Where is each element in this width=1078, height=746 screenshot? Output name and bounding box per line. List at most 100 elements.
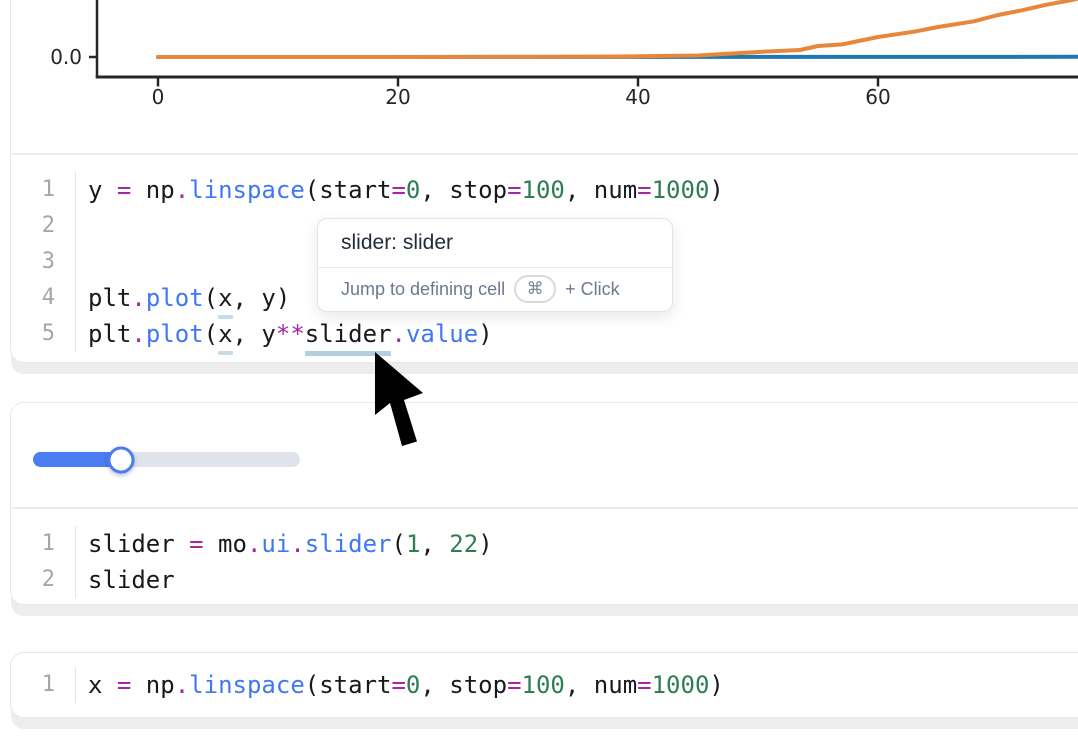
code-token: ) bbox=[709, 671, 723, 699]
code-token: , y bbox=[233, 320, 276, 348]
x-tick-label: 40 bbox=[625, 85, 650, 109]
code-token: = bbox=[117, 671, 131, 699]
tooltip-title: slider: slider bbox=[318, 219, 672, 268]
line-number: 2 bbox=[11, 208, 76, 244]
code-editor-slider[interactable]: 1slider = mo.ui.slider(1, 22)2slider bbox=[11, 526, 1077, 598]
code-token: = bbox=[391, 176, 405, 204]
output-code-divider bbox=[12, 507, 1078, 509]
code-token: = bbox=[117, 176, 131, 204]
code-token: x bbox=[88, 671, 117, 699]
code-token: np bbox=[131, 176, 174, 204]
code-token: , stop bbox=[420, 176, 507, 204]
tooltip-shortcut-suffix: + Click bbox=[565, 279, 620, 300]
code-token: value bbox=[406, 320, 478, 348]
code-token: slider bbox=[88, 566, 175, 594]
code-token: . bbox=[391, 320, 405, 348]
code-token: = bbox=[391, 671, 405, 699]
code-text bbox=[76, 244, 88, 280]
code-token: ( bbox=[391, 530, 405, 558]
code-token: = bbox=[189, 530, 203, 558]
code-token: (start bbox=[305, 176, 392, 204]
code-token: . bbox=[175, 176, 189, 204]
code-token: ( bbox=[204, 284, 218, 312]
series-line bbox=[158, 0, 1078, 57]
code-token: ** bbox=[276, 320, 305, 348]
code-token: . bbox=[290, 530, 304, 558]
variable-reference[interactable]: x bbox=[218, 316, 232, 352]
code-text: plt.plot(x, y) bbox=[76, 280, 290, 316]
code-token: ( bbox=[204, 320, 218, 348]
code-token: plot bbox=[146, 320, 204, 348]
code-token: 1000 bbox=[652, 176, 710, 204]
code-token: , y) bbox=[233, 284, 291, 312]
line-number: 2 bbox=[11, 562, 76, 598]
code-token: plt bbox=[88, 320, 131, 348]
y-tick-label: 0.0 bbox=[50, 45, 82, 69]
code-text: slider = mo.ui.slider(1, 22) bbox=[76, 526, 493, 562]
code-token: 1 bbox=[406, 530, 420, 558]
line-number: 1 bbox=[11, 667, 76, 703]
code-token: linspace bbox=[189, 176, 305, 204]
code-token: 0 bbox=[406, 176, 420, 204]
marimo-notebook: 02040600.0 1y = np.linspace(start=0, sto… bbox=[0, 0, 1078, 746]
code-token: = bbox=[507, 671, 521, 699]
output-code-divider bbox=[12, 153, 1078, 155]
variable-reference[interactable]: x bbox=[218, 280, 232, 316]
code-text: plt.plot(x, y**slider.value) bbox=[76, 316, 493, 352]
code-token: = bbox=[637, 176, 651, 204]
code-token: (start bbox=[305, 671, 392, 699]
code-token: , bbox=[420, 530, 449, 558]
code-token: 22 bbox=[449, 530, 478, 558]
code-token: linspace bbox=[189, 671, 305, 699]
slider-thumb[interactable] bbox=[108, 446, 135, 473]
code-text bbox=[76, 208, 88, 244]
code-token: . bbox=[247, 530, 261, 558]
code-token: . bbox=[131, 320, 145, 348]
code-token: np bbox=[131, 671, 174, 699]
plot-output: 02040600.0 bbox=[10, 0, 1078, 152]
code-token: 100 bbox=[522, 176, 565, 204]
x-tick-label: 20 bbox=[385, 85, 410, 109]
code-token: slider bbox=[305, 530, 392, 558]
code-editor-x[interactable]: 1x = np.linspace(start=0, stop=100, num=… bbox=[11, 667, 1077, 703]
line-number: 1 bbox=[11, 526, 76, 562]
matplotlib-plot: 02040600.0 bbox=[10, 0, 1078, 152]
code-line[interactable]: 2 slider bbox=[11, 562, 1077, 598]
code-token: = bbox=[507, 176, 521, 204]
code-token: , num bbox=[565, 176, 637, 204]
line-number: 1 bbox=[11, 172, 76, 208]
code-token: plt bbox=[88, 284, 131, 312]
tooltip-action-row: Jump to defining cell ⌘ + Click bbox=[318, 268, 672, 310]
code-line[interactable]: 1y = np.linspace(start=0, stop=100, num=… bbox=[11, 172, 1077, 208]
code-token: ) bbox=[709, 176, 723, 204]
mouse-cursor-icon bbox=[374, 351, 426, 450]
code-token: , num bbox=[565, 671, 637, 699]
code-token: slider bbox=[88, 530, 189, 558]
variable-tooltip: slider: slider Jump to defining cell ⌘ +… bbox=[317, 218, 673, 312]
line-number: 5 bbox=[11, 316, 76, 352]
code-token: ui bbox=[261, 530, 290, 558]
code-line[interactable]: 5plt.plot(x, y**slider.value) bbox=[11, 316, 1077, 352]
command-key-icon: ⌘ bbox=[514, 275, 556, 303]
line-number: 4 bbox=[11, 280, 76, 316]
code-token: y bbox=[88, 176, 117, 204]
code-token: , stop bbox=[420, 671, 507, 699]
variable-reference[interactable]: slider bbox=[305, 316, 392, 352]
code-text: y = np.linspace(start=0, stop=100, num=1… bbox=[76, 172, 724, 208]
code-token: mo bbox=[204, 530, 247, 558]
code-token: ) bbox=[478, 530, 492, 558]
line-number: 3 bbox=[11, 244, 76, 280]
code-line[interactable]: 1x = np.linspace(start=0, stop=100, num=… bbox=[11, 667, 1077, 703]
code-line[interactable]: 1slider = mo.ui.slider(1, 22) bbox=[11, 526, 1077, 562]
plot-lines bbox=[158, 0, 1078, 57]
tooltip-action-label: Jump to defining cell bbox=[341, 279, 505, 300]
code-text: x = np.linspace(start=0, stop=100, num=1… bbox=[76, 667, 724, 703]
code-token: plot bbox=[146, 284, 204, 312]
slider-widget[interactable] bbox=[33, 452, 300, 467]
code-token: 100 bbox=[522, 671, 565, 699]
x-tick-label: 0 bbox=[152, 85, 165, 109]
code-token: 0 bbox=[406, 671, 420, 699]
code-text: slider bbox=[76, 562, 175, 598]
code-token: . bbox=[175, 671, 189, 699]
code-token: = bbox=[637, 671, 651, 699]
